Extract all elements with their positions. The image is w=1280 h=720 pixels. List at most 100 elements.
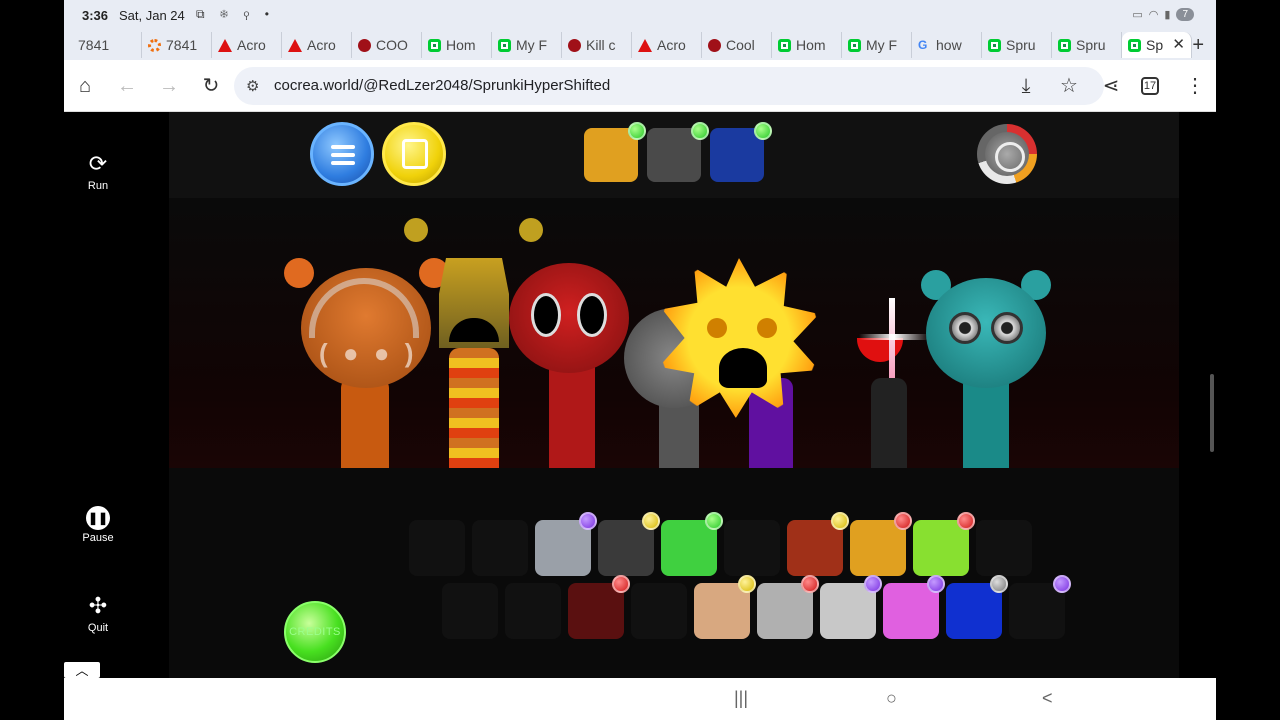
screen-head-slot[interactable] (598, 512, 660, 576)
tab-label: Acro (237, 37, 266, 53)
close-tab-icon[interactable]: ✕ (1172, 35, 1185, 53)
tab-label: Acro (657, 37, 686, 53)
pause-button[interactable]: ❚❚ Pause (78, 506, 118, 544)
game-topbar (169, 112, 1179, 198)
tab-label: 7841 (166, 37, 198, 53)
bear-ears-slot[interactable] (976, 520, 1032, 576)
tab-2[interactable]: Acro (212, 32, 282, 58)
tab-count-button[interactable]: 17 (1141, 77, 1159, 95)
tab-10[interactable]: Hom (772, 32, 842, 58)
share-icon[interactable]: ⋖ (1099, 74, 1123, 98)
forward-icon[interactable]: → (157, 74, 181, 98)
tab-6[interactable]: My F (492, 32, 562, 58)
reload-icon[interactable]: ↻ (199, 74, 223, 98)
reset-icon (985, 132, 1029, 176)
tab-15[interactable]: Sp ✕ (1122, 32, 1192, 58)
home-icon[interactable]: ⌂ (73, 74, 97, 98)
ufo-hat-slot[interactable] (535, 512, 597, 576)
tab-9[interactable]: Cool (702, 32, 772, 58)
blue-hat-slot[interactable] (710, 122, 772, 182)
hint-button[interactable] (382, 122, 446, 186)
sound-indicator-icon (705, 512, 723, 530)
sound-indicator-icon (831, 512, 849, 530)
computer-slot[interactable] (757, 575, 819, 639)
url-text[interactable]: cocrea.world/@RedLzer2048/SprunkiHyperSh… (274, 77, 610, 94)
menu-button[interactable] (310, 122, 374, 186)
more-menu-icon[interactable]: ⋮ (1183, 74, 1207, 98)
character-sun[interactable] (649, 258, 829, 468)
tab-3[interactable]: Acro (282, 32, 352, 58)
sound-indicator-icon (927, 575, 945, 593)
icon-palette: CREDITS (169, 468, 1179, 678)
flower-slot[interactable] (661, 512, 723, 576)
top-hat-slot[interactable] (1009, 575, 1071, 639)
shadow-head-slot[interactable] (946, 575, 1008, 639)
cat-ears-slot[interactable] (505, 583, 561, 639)
envelope-slot[interactable] (820, 575, 882, 639)
back-icon[interactable]: ← (115, 74, 139, 98)
address-bar[interactable]: ⚙ cocrea.world/@RedLzer2048/SprunkiHyper… (234, 67, 1104, 105)
game-canvas[interactable]: ( ● ● ) CREDITS (169, 112, 1179, 678)
antenna-icon-slot[interactable] (409, 520, 465, 576)
tree-slot[interactable] (568, 575, 630, 639)
quit-button[interactable]: ✣ Quit (78, 592, 118, 634)
tab-14[interactable]: Spru (1052, 32, 1122, 58)
bookmark-star-icon[interactable]: ☆ (1057, 74, 1081, 98)
tab-label: Spru (1076, 37, 1106, 53)
bucket-slot[interactable] (787, 512, 849, 576)
tab-label: 7841 (78, 37, 110, 53)
tab-0[interactable]: 7841 (72, 32, 142, 58)
sound-indicator-icon (579, 512, 597, 530)
tab-1[interactable]: 7841 (142, 32, 212, 58)
bunny-bow-slot[interactable] (883, 575, 945, 639)
leaf-slot[interactable] (913, 512, 975, 576)
tab-label: My F (866, 37, 898, 53)
system-icons: ▭ ◠ ▮ 7 (1132, 8, 1194, 21)
credits-button[interactable]: CREDITS (284, 601, 346, 663)
back-nav-icon[interactable]: < (1042, 688, 1053, 709)
sound-indicator-icon (1053, 575, 1071, 593)
run-button[interactable]: ⟳ Run (78, 150, 118, 192)
tab-4[interactable]: COO (352, 32, 422, 58)
character-red[interactable] (509, 243, 629, 468)
character-dark[interactable] (849, 298, 929, 468)
sound-indicator-icon (612, 575, 630, 593)
page-scrollbar[interactable] (1210, 374, 1214, 452)
active-indicator-icon (628, 122, 646, 140)
download-icon[interactable]: ⤓ (1014, 74, 1038, 98)
cocrea-icon (1058, 38, 1071, 52)
sun-slot[interactable] (442, 583, 498, 639)
tab-label: how (936, 37, 962, 53)
home-nav-icon[interactable]: ○ (886, 688, 897, 709)
spiky-hair-slot[interactable] (472, 520, 528, 576)
tab-7[interactable]: Kill c (562, 32, 632, 58)
character-stage: ( ● ● ) (169, 198, 1179, 468)
acrobat-icon (638, 38, 652, 52)
android-nav-bar: ||| ○ < (64, 678, 1216, 720)
antenna-spikes-slot[interactable] (631, 583, 687, 639)
collapse-arrows-icon: ✣ (88, 593, 108, 618)
cocrea-icon (848, 38, 861, 52)
visor-slot[interactable] (850, 512, 912, 576)
dripping-orange-slot[interactable] (584, 122, 646, 182)
gray-antenna-slot[interactable] (647, 122, 709, 182)
notification-icons: ⧉ ❄ ⚲ • (196, 7, 275, 21)
tab-11[interactable]: My F (842, 32, 912, 58)
tab-8[interactable]: Acro (632, 32, 702, 58)
collapse-toggle[interactable]: ︿ (64, 662, 100, 678)
horns-slot[interactable] (724, 520, 780, 576)
new-tab-button[interactable]: + (1192, 34, 1204, 57)
status-time: 3:36 (82, 8, 109, 23)
character-teal[interactable] (921, 258, 1051, 468)
tab-13[interactable]: Spru (982, 32, 1052, 58)
tab-12[interactable]: Ghow (912, 32, 982, 58)
run-label: Run (87, 180, 109, 192)
recents-icon[interactable]: ||| (734, 688, 748, 709)
tab-5[interactable]: Hom (422, 32, 492, 58)
site-settings-icon[interactable]: ⚙ (246, 77, 259, 95)
run-icon: ⟳ (88, 151, 108, 176)
tab-label: Acro (307, 37, 336, 53)
cocrea-icon (498, 38, 511, 52)
bowler-hat-slot[interactable] (694, 575, 756, 639)
tab-label: Sp (1146, 37, 1164, 53)
